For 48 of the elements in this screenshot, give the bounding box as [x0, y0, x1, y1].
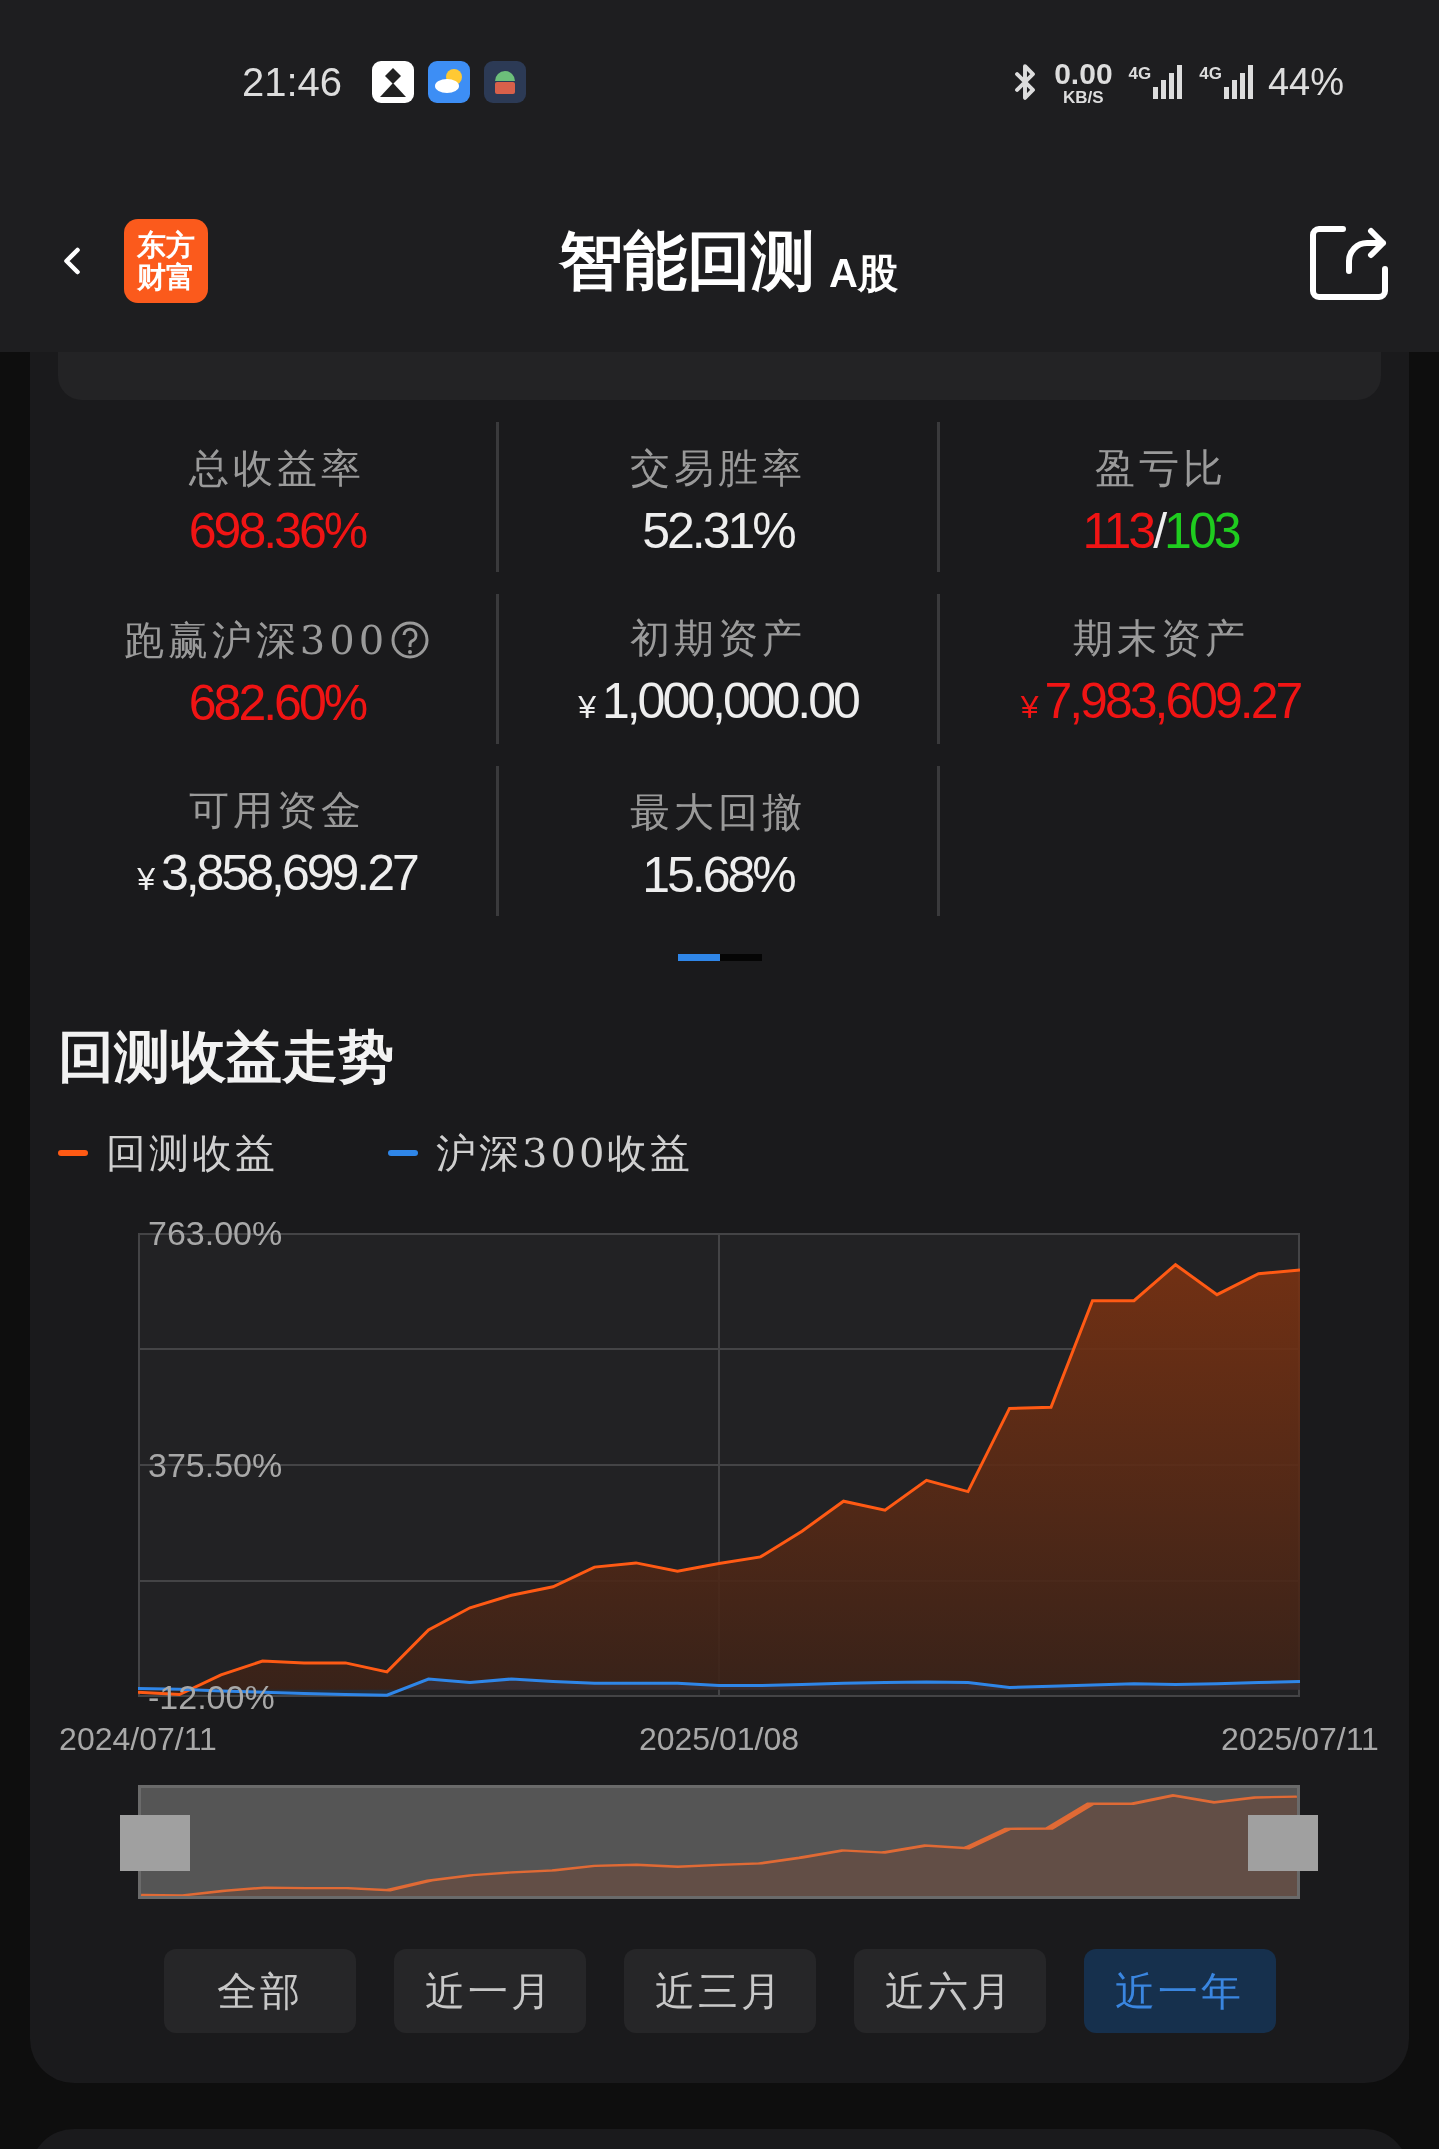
- x-axis-label: 2025/07/11: [1221, 1720, 1379, 1759]
- stat-label: 盈亏比: [1094, 444, 1227, 493]
- network-type: 4G: [1128, 65, 1152, 82]
- stat-value: 1,000,000.00: [601, 675, 858, 726]
- signal-icon: [1223, 65, 1254, 99]
- weather-icon: [428, 61, 471, 103]
- range-handle[interactable]: [1248, 1815, 1318, 1871]
- stat-label: 交易胜率: [630, 444, 806, 493]
- legend-label: 回测收益: [106, 1129, 278, 1178]
- currency-sign: ¥: [578, 687, 596, 727]
- stat-value: 52.31%: [642, 506, 794, 556]
- y-axis-label: 763.00%: [148, 1215, 283, 1251]
- page-title: 智能回测: [559, 229, 816, 293]
- range-tab[interactable]: 近六月: [853, 1949, 1046, 2033]
- currency-sign: ¥: [137, 859, 155, 899]
- app-icon: [372, 61, 415, 103]
- page-subtitle: A股: [829, 253, 898, 293]
- stat-value: 682.60%: [188, 678, 366, 728]
- stat-label: 总收益率: [189, 444, 365, 493]
- speed-unit: KB/S: [1063, 88, 1104, 106]
- range-tab[interactable]: 近一月: [393, 1949, 586, 2033]
- range-tab[interactable]: 近一年: [1083, 1949, 1276, 2033]
- network-speed: 0.00: [1054, 58, 1113, 89]
- x-axis-label: 2025/01/08: [638, 1720, 800, 1759]
- stat-label: 最大回撤: [630, 788, 806, 837]
- stat-value: 3,858,699.27: [160, 847, 417, 898]
- stat-value: 7,983,609.27: [1044, 675, 1301, 726]
- x-axis-label: 2024/07/11: [59, 1720, 217, 1759]
- stat-label: 初期资产: [630, 613, 806, 663]
- currency-sign: ¥: [1020, 687, 1039, 727]
- app-logo: 东方 财富: [124, 219, 208, 303]
- range-tab[interactable]: 全部: [163, 1949, 356, 2033]
- stat-label: 可用资金: [189, 785, 365, 835]
- stat-value: 15.68%: [642, 850, 794, 900]
- network-type: 4G: [1199, 65, 1222, 82]
- battery-level: 44%: [1267, 59, 1344, 105]
- stat-label: 期末资产: [1072, 613, 1249, 663]
- range-tab[interactable]: 近三月: [623, 1949, 816, 2033]
- section-title: 回测收益走势: [58, 1029, 395, 1085]
- y-axis-label: 375.50%: [148, 1447, 283, 1483]
- stat-value: 698.36%: [188, 506, 366, 556]
- range-handle[interactable]: [120, 1815, 190, 1871]
- signal-icon: [1153, 65, 1184, 99]
- legend-label: 沪深300收益: [436, 1129, 694, 1178]
- clock-time: 21:46: [242, 59, 343, 106]
- stat-value: 113/103: [1082, 506, 1239, 556]
- stat-label: 跑赢沪深300: [123, 616, 389, 665]
- help-icon[interactable]: [390, 620, 431, 660]
